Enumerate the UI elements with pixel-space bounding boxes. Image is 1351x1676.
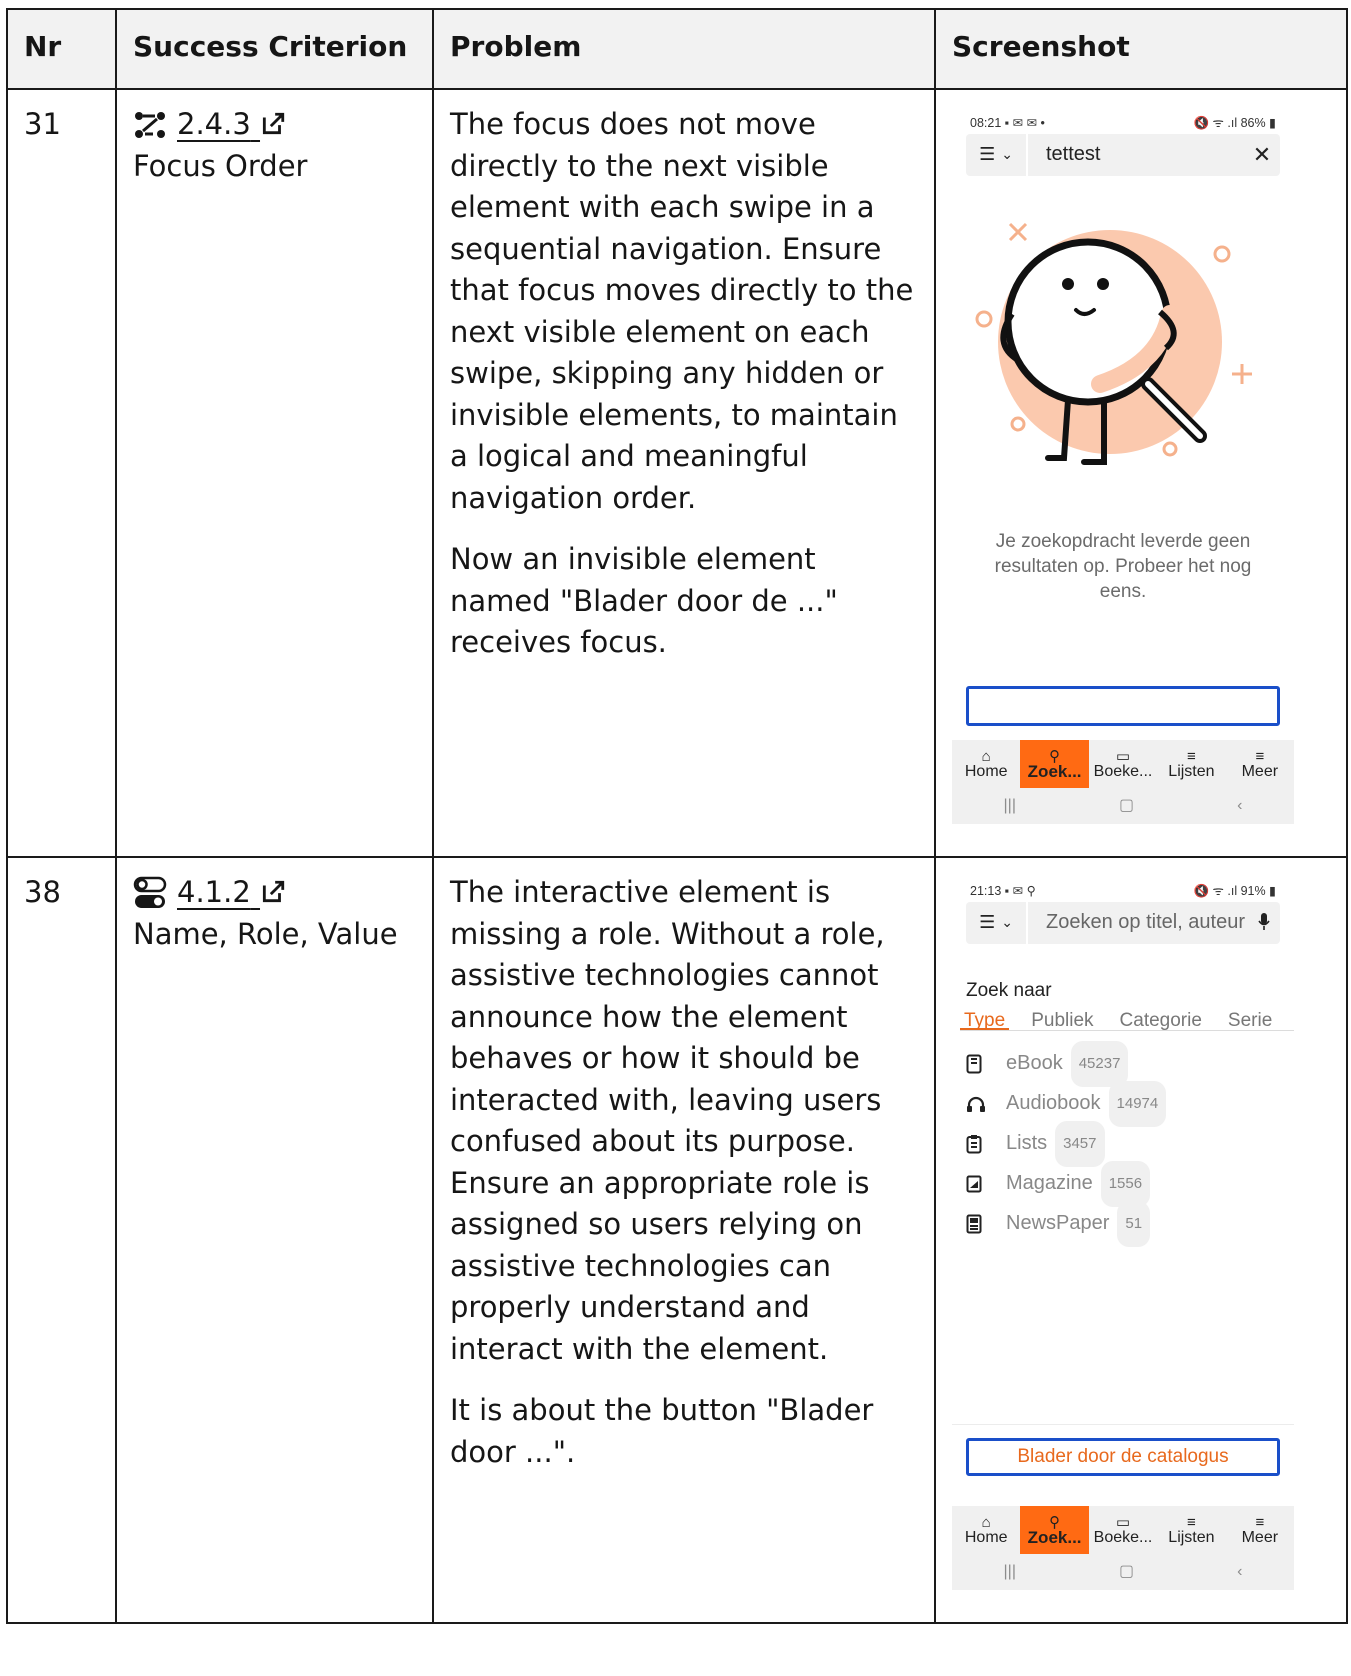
home-button-icon[interactable]: ▢ <box>1119 1551 1134 1593</box>
nav-home[interactable]: ⌂ Home <box>952 740 1020 788</box>
nav-books[interactable]: ▭ Boeke... <box>1089 740 1157 788</box>
criterion-cell: 2.4.3 Focus Order <box>115 88 434 858</box>
system-navigation-bar: ||| ▢ ‹ <box>952 1554 1294 1590</box>
list-heart-icon: ≡ <box>1187 747 1196 765</box>
list-icon: ☰ <box>979 912 996 933</box>
external-link-icon <box>262 880 285 903</box>
nav-lists[interactable]: ≡ Lijsten <box>1157 1506 1225 1554</box>
search-bar: ☰ ⌄ tettest ✕ <box>966 134 1280 176</box>
home-icon: ⌂ <box>981 747 991 765</box>
list-item[interactable]: Magazine 1556 <box>966 1161 1294 1207</box>
ebook-icon <box>966 1054 1006 1074</box>
list-item[interactable]: Lists 3457 <box>966 1121 1294 1167</box>
criterion-number: 2.4.3 <box>177 107 251 141</box>
list-item[interactable]: Audiobook 14974 <box>966 1081 1294 1127</box>
criterion-link[interactable]: 4.1.2 <box>177 872 286 914</box>
header-screenshot: Screenshot <box>934 8 1348 90</box>
status-battery: 91% <box>1240 884 1266 899</box>
list-item[interactable]: NewsPaper 51 <box>966 1201 1294 1247</box>
status-time: 08:21 <box>970 116 1002 131</box>
invisible-focused-element[interactable] <box>966 686 1280 726</box>
search-bar: ☰ ⌄ Zoeken op titel, auteur <box>966 902 1280 944</box>
search-scope-button[interactable]: ☰ ⌄ <box>966 902 1028 944</box>
table-row: 38 4.1.2 Name, Role, Value The interacti… <box>6 856 1348 1624</box>
header-problem: Problem <box>432 8 936 90</box>
criterion-link[interactable]: 2.4.3 <box>177 104 286 146</box>
empty-results-message: Je zoekopdracht leverde geen resultaten … <box>994 531 1252 602</box>
search-input[interactable]: Zoeken op titel, auteur <box>1028 902 1248 944</box>
nav-home[interactable]: ⌂ Home <box>952 1506 1020 1554</box>
chevron-down-icon: ⌄ <box>1001 146 1013 163</box>
list-icon: ☰ <box>979 144 996 165</box>
chevron-down-icon: ⌄ <box>1001 914 1013 931</box>
external-link-icon <box>262 112 285 135</box>
header-criterion: Success Criterion <box>115 8 434 90</box>
search-scope-button[interactable]: ☰ ⌄ <box>966 134 1028 176</box>
phone-screenshot: 21:13 ▪ ✉ ⚲ 🔇 ᯤ .ıl 91% ▮ ☰ ⌄ Zoeken op … <box>952 872 1294 1612</box>
divider <box>952 1424 1294 1425</box>
tab-type[interactable]: Type <box>960 1000 1010 1031</box>
row-nr: 31 <box>6 88 117 858</box>
problem-paragraph: Now an invisible element named "Blader d… <box>450 542 838 659</box>
header-nr: Nr <box>6 8 117 90</box>
nav-more[interactable]: ≡ Meer <box>1226 1506 1294 1554</box>
search-input[interactable]: tettest <box>1028 134 1244 176</box>
status-bar: 08:21 ▪ ✉ ✉ • 🔇 ᯤ .ıl 86% ▮ <box>970 116 1276 131</box>
screenshot-cell: 08:21 ▪ ✉ ✉ • 🔇 ᯤ .ıl 86% ▮ ☰ ⌄ tettest … <box>934 88 1348 858</box>
system-navigation-bar: ||| ▢ ‹ <box>952 788 1294 824</box>
tab-serie[interactable]: Serie <box>1224 1000 1276 1031</box>
problem-cell: The focus does not move directly to the … <box>432 88 936 858</box>
menu-icon: ≡ <box>1255 1513 1265 1531</box>
focus-order-icon <box>135 111 165 138</box>
headphones-icon <box>966 1095 1006 1113</box>
status-bar: 21:13 ▪ ✉ ⚲ 🔇 ᯤ .ıl 91% ▮ <box>970 884 1276 899</box>
status-battery: 86% <box>1240 116 1266 131</box>
magazine-icon <box>966 1175 1006 1193</box>
type-list: eBook 45237 Audiobook 14974 Lists 3457 M… <box>966 1041 1294 1247</box>
nav-books[interactable]: ▭ Boeke... <box>1089 1506 1157 1554</box>
list-item[interactable]: eBook 45237 <box>966 1041 1294 1087</box>
newspaper-icon <box>966 1214 1006 1234</box>
nav-search[interactable]: ⚲ Zoek... <box>1020 740 1089 788</box>
tab-publiek[interactable]: Publiek <box>1027 1000 1097 1031</box>
criterion-name: Name, Role, Value <box>133 916 398 951</box>
list-heart-icon: ≡ <box>1187 1513 1196 1531</box>
back-icon[interactable]: ‹ <box>1237 785 1242 827</box>
table-row: 31 2.4.3 Focus Order The focus does not … <box>6 88 1348 858</box>
table-header-row: Nr Success Criterion Problem Screenshot <box>6 8 1348 90</box>
book-icon: ▭ <box>1115 1513 1131 1531</box>
book-icon: ▭ <box>1115 747 1131 765</box>
criterion-number: 4.1.2 <box>177 875 251 909</box>
filter-tabs: Type Publiek Categorie Serie <box>960 1000 1294 1031</box>
toggle-icon <box>133 876 167 908</box>
magnifier-mascot-illustration <box>975 222 1252 465</box>
microphone-icon[interactable] <box>1248 902 1280 944</box>
menu-icon: ≡ <box>1255 747 1265 765</box>
criterion-name: Focus Order <box>133 148 308 183</box>
recent-apps-icon[interactable]: ||| <box>1004 785 1016 827</box>
status-time: 21:13 <box>970 884 1002 899</box>
browse-catalog-button[interactable]: Blader door de catalogus <box>966 1438 1280 1476</box>
problem-paragraph: The focus does not move directly to the … <box>450 107 914 515</box>
close-icon[interactable]: ✕ <box>1244 134 1280 176</box>
screenshot-cell: 21:13 ▪ ✉ ⚲ 🔇 ᯤ .ıl 91% ▮ ☰ ⌄ Zoeken op … <box>934 856 1348 1624</box>
nav-more[interactable]: ≡ Meer <box>1226 740 1294 788</box>
audit-table: Nr Success Criterion Problem Screenshot … <box>6 8 1348 1624</box>
bottom-navigation: ⌂ Home ⚲ Zoek... ▭ Boeke... ≡ Lijsten ≡ Meer <box>952 740 1294 788</box>
back-icon[interactable]: ‹ <box>1237 1551 1242 1593</box>
clipboard-icon <box>966 1134 1006 1154</box>
recent-apps-icon[interactable]: ||| <box>1004 1551 1016 1593</box>
problem-cell: The interactive element is missing a rol… <box>432 856 936 1624</box>
nav-lists[interactable]: ≡ Lijsten <box>1157 740 1225 788</box>
bottom-navigation: ⌂ Home ⚲ Zoek... ▭ Boeke... ≡ Lijsten ≡ Meer <box>952 1506 1294 1554</box>
home-button-icon[interactable]: ▢ <box>1119 785 1134 827</box>
phone-screenshot: 08:21 ▪ ✉ ✉ • 🔇 ᯤ .ıl 86% ▮ ☰ ⌄ tettest … <box>952 104 1294 846</box>
tab-categorie[interactable]: Categorie <box>1116 1000 1206 1031</box>
row-nr: 38 <box>6 856 117 1624</box>
problem-paragraph: It is about the button "Blader door ..."… <box>450 1393 874 1469</box>
criterion-cell: 4.1.2 Name, Role, Value <box>115 856 434 1624</box>
home-icon: ⌂ <box>981 1513 991 1531</box>
nav-search[interactable]: ⚲ Zoek... <box>1020 1506 1089 1554</box>
problem-paragraph: The interactive element is missing a rol… <box>450 875 885 1366</box>
